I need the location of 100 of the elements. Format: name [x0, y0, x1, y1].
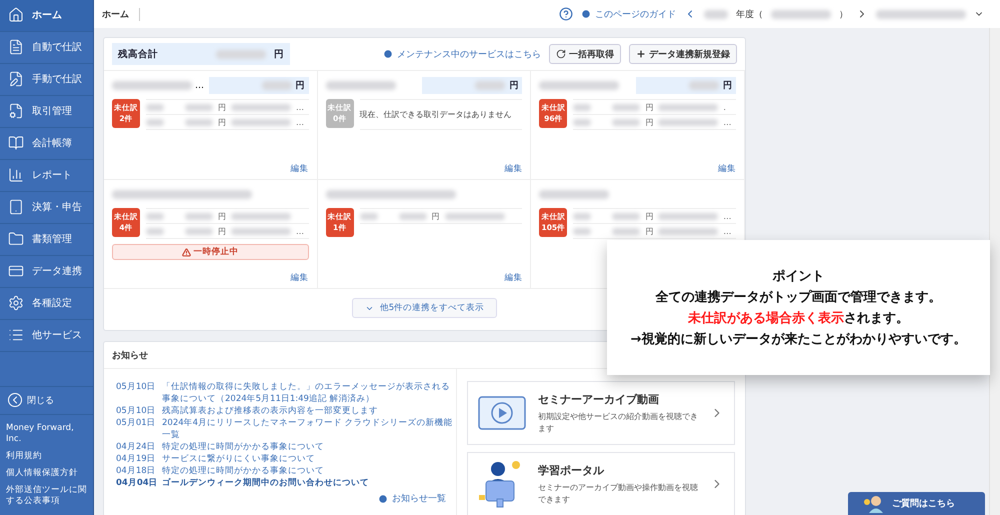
footer-link[interactable]: 個人情報保護方針 — [6, 468, 87, 479]
ellipsis-text: … — [723, 226, 732, 236]
nav-item[interactable]: 書類管理 — [0, 224, 93, 256]
blurred-text — [146, 228, 164, 234]
blurred-text — [231, 118, 291, 126]
currency-text: 円 — [645, 210, 654, 222]
close-sidebar-button[interactable]: 閉じる — [0, 386, 93, 415]
nav-item[interactable]: 各種設定 — [0, 288, 93, 320]
blurred-text — [146, 118, 164, 126]
blurred-text — [612, 228, 640, 234]
ellipsis-text: … — [195, 80, 204, 90]
show-all-button[interactable]: 他5件の連携をすべて表示 — [352, 298, 498, 318]
blurred-text — [573, 118, 592, 126]
nav-item[interactable]: データ連携 — [0, 256, 93, 288]
blurred-text — [612, 104, 640, 110]
nav-item[interactable]: 他サービス — [0, 320, 93, 352]
paused-warning: 一時停止中 — [112, 244, 309, 260]
nav-item[interactable]: 決算・申告 — [0, 192, 93, 224]
currency-text: 円 — [645, 226, 654, 236]
amount-box: 円 — [208, 77, 309, 94]
edit-link[interactable]: 編集 — [718, 163, 736, 175]
play-circle-icon — [383, 49, 393, 59]
blurred-text — [185, 212, 213, 220]
promo-card[interactable]: 学習ポータル セミナーのアーカイブ動画や操作動画を視聴できます — [467, 452, 735, 515]
blurred-text — [398, 212, 427, 220]
nav-item[interactable]: 手動で仕訳 — [0, 64, 93, 96]
footer-link[interactable]: 外部送信ツールに関する公表事項 — [6, 484, 87, 508]
help-icon[interactable] — [559, 7, 573, 21]
blurred-text — [612, 212, 640, 220]
edit-link[interactable]: 編集 — [290, 272, 309, 284]
play-circle-icon — [378, 494, 388, 504]
ellipsis-text: … — [723, 212, 732, 220]
nav-item[interactable]: ホーム — [0, 0, 93, 32]
blurred-text — [185, 104, 213, 110]
blurred-text — [444, 212, 505, 220]
home-icon — [8, 7, 24, 24]
help-button[interactable]: ご質問はこちら — [848, 492, 985, 515]
promo-description: 初期設定や他サービスの紹介動画を視聴できます — [538, 410, 698, 434]
settings-icon — [8, 295, 24, 312]
news-item[interactable]: 05月10日 残高試算表および推移表の表示内容を一部変更します — [116, 405, 456, 417]
news-item[interactable]: 04月19日 サービスに繋がりにくい事象について — [116, 453, 456, 465]
currency-text: 円 — [218, 210, 226, 222]
refresh-button[interactable]: 一括再取得 — [549, 44, 621, 64]
currency-text: 円 — [218, 116, 226, 128]
blurred-text — [573, 212, 592, 220]
blurred-text — [539, 190, 610, 199]
nav-item[interactable]: レポート — [0, 160, 93, 192]
folder-icon — [8, 231, 24, 248]
news-item[interactable]: 04月18日 特定の処理に時間がかかる事象について — [116, 465, 456, 477]
nav-item[interactable]: 取引管理 — [0, 96, 93, 128]
news-item[interactable]: 05月01日 2024年4月にリリースしたマネーフォワード クラウドシリーズの新機能一覧 — [116, 417, 456, 441]
promo-title: 学習ポータル — [538, 462, 605, 478]
document-gear-icon — [8, 103, 24, 120]
blurred-text — [231, 212, 291, 220]
promo-description: セミナーのアーカイブ動画や操作動画を視聴できます — [538, 482, 698, 506]
blurred-text — [231, 104, 291, 110]
document-icon — [8, 39, 24, 56]
currency-text: 円 — [432, 210, 440, 222]
blurred-text — [658, 228, 718, 234]
play-circle-icon — [581, 9, 591, 19]
add-button[interactable]: データ連携新規登録 — [629, 44, 737, 64]
tablet-icon — [8, 199, 24, 216]
currency-text: 円 — [645, 102, 654, 112]
blurred-text — [612, 118, 640, 126]
book-icon — [8, 135, 24, 152]
edit-link[interactable]: 編集 — [290, 163, 309, 175]
blurred-text — [771, 10, 831, 18]
news-item[interactable]: 05月10日 「仕訳情報の取得に失敗しました。」のエラーメッセージが表示される事象について（2024年5月11日1:49追記 解消済み） — [116, 381, 456, 405]
callout-text: 未仕訳がある場合赤く表示されます。 — [688, 310, 909, 327]
ellipsis-text: . — [723, 102, 726, 112]
currency-text: 円 — [645, 116, 654, 128]
footer-link[interactable]: 利用規約 — [6, 450, 87, 462]
maintenance-link[interactable]: メンテナンス中のサービスはこちら — [383, 48, 541, 60]
edit-link[interactable]: 編集 — [504, 272, 522, 284]
nav-item[interactable]: 自動で仕訳 — [0, 32, 93, 64]
page-guide-link[interactable]: このページのガイド — [581, 8, 676, 20]
blurred-text — [146, 104, 164, 110]
currency-text: 円 — [218, 102, 226, 112]
callout-text: 全ての連携データがトップ画面で管理できます。 — [656, 288, 942, 306]
chevron-left-icon — [8, 393, 22, 408]
blurred-text — [704, 10, 728, 18]
nav-item[interactable]: 会計帳簿 — [0, 128, 93, 160]
news-list-link[interactable]: お知らせ一覧 — [378, 493, 446, 505]
blurred-text — [573, 228, 592, 234]
blurred-text — [658, 212, 718, 220]
empty-message: 現在、仕訳できる取引データはありません — [360, 109, 512, 120]
news-item[interactable]: 04月24日 特定の処理に時間がかかる事象について — [116, 441, 456, 453]
edit-link[interactable]: 編集 — [504, 163, 522, 175]
bar-chart-icon — [8, 167, 24, 184]
promo-card[interactable]: セミナーアーカイブ動画 初期設定や他サービスの紹介動画を視聴できます — [467, 381, 735, 445]
ellipsis-text: … — [296, 118, 304, 126]
blurred-text — [573, 104, 592, 110]
company-name: Money Forward, Inc. — [6, 422, 75, 445]
ellipsis-text: … — [296, 102, 304, 112]
blurred-text — [658, 104, 718, 110]
news-item[interactable]: 04月04日 ゴールデンウィーク期間中のお問い合わせについて — [116, 477, 456, 489]
breadcrumb-link[interactable]: ホーム — [102, 8, 140, 20]
ellipsis-text: … — [296, 226, 304, 236]
currency-text: 円 — [218, 226, 226, 236]
year-close-text: ） — [839, 8, 848, 20]
